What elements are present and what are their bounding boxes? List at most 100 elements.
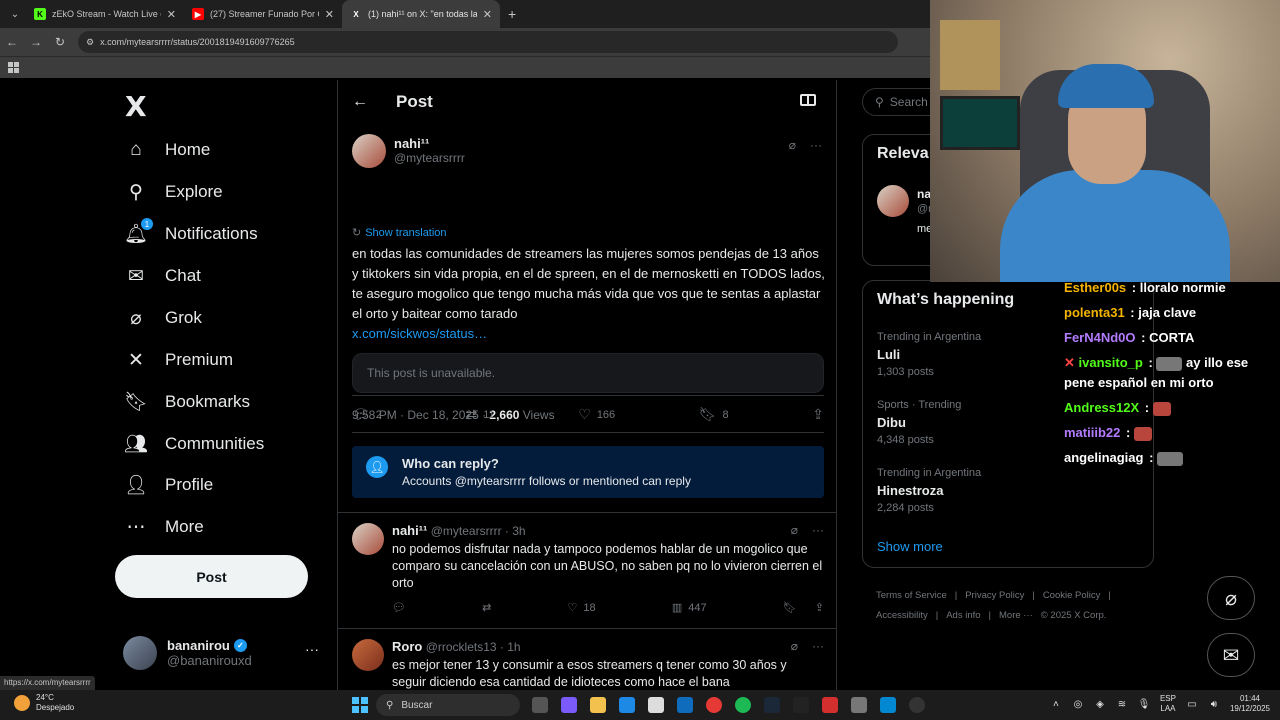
microphone-icon[interactable]: 🎙︎ — [1138, 698, 1151, 710]
nav-chat[interactable]: ✉ Chat — [125, 261, 201, 291]
volume-icon[interactable]: 🔊︎ — [1208, 698, 1220, 710]
who-can-reply-subtitle: Accounts @mytearsrrrr follows or mention… — [402, 474, 691, 488]
footer-link[interactable]: More ··· — [999, 610, 1033, 621]
forward-icon[interactable]: → — [24, 35, 48, 49]
share-icon[interactable]: ⇪ — [815, 601, 824, 614]
like-button[interactable]: ♡ 166 — [578, 406, 615, 423]
copilot-icon[interactable] — [561, 697, 577, 713]
footer-link[interactable]: Accessibility — [876, 610, 928, 621]
app-icon[interactable] — [822, 697, 838, 713]
relevant-title: Releva — [877, 145, 929, 162]
relevant-name[interactable]: na — [917, 187, 931, 201]
avatar[interactable] — [352, 639, 384, 671]
avatar[interactable] — [352, 134, 386, 168]
edge-icon[interactable] — [619, 697, 635, 713]
tab-x[interactable]: X (1) nahi¹¹ on X: "en todas las co ✕ — [342, 0, 500, 28]
nav-profile[interactable]: 👤︎ Profile — [124, 470, 213, 500]
tab-youtube[interactable]: ▶ (27) Streamer Funado Por Quej ✕ — [184, 0, 342, 28]
back-arrow-icon[interactable]: ← — [352, 93, 372, 111]
url-input[interactable]: ⚙ x.com/mytearsrrrr/status/2001819491609… — [78, 31, 898, 53]
trend-item[interactable]: Trending in Argentina Hinestroza 2,284 p… — [877, 467, 1137, 514]
author-name[interactable]: nahi¹¹ — [394, 136, 465, 151]
nav-explore[interactable]: ⚲ Explore — [125, 177, 223, 207]
more-icon[interactable]: ··· — [810, 138, 822, 152]
chevron-up-icon[interactable]: ˄ — [1050, 698, 1062, 710]
avatar[interactable] — [352, 523, 384, 555]
tweet-author[interactable]: nahi¹¹ @mytearsrrrr — [352, 134, 465, 168]
weather-widget[interactable]: 24°C Despejado — [14, 693, 74, 713]
store-icon[interactable] — [648, 697, 664, 713]
account-switcher[interactable]: bananirou ✓ @bananirouxd ··· — [123, 633, 333, 673]
file-explorer-icon[interactable] — [590, 697, 606, 713]
post-button[interactable]: Post — [115, 555, 308, 598]
footer-link[interactable]: Terms of Service — [876, 590, 947, 601]
task-view-icon[interactable] — [532, 697, 548, 713]
battery-icon[interactable]: ▭ — [1186, 698, 1198, 710]
reply-author-name[interactable]: nahi¹¹ — [392, 523, 427, 538]
reply-tweet[interactable]: nahi¹¹ @mytearsrrrr · 3h ⌀ ··· no podemos… — [338, 512, 836, 628]
obs-icon[interactable] — [909, 697, 925, 713]
like-button[interactable]: ♡ 18 — [568, 601, 596, 615]
author-handle[interactable]: @mytearsrrrr — [394, 151, 465, 165]
nav-notifications[interactable]: 🔔︎ 1 Notifications — [124, 218, 258, 249]
more-icon[interactable]: ··· — [812, 639, 824, 653]
close-tab-icon[interactable]: ✕ — [483, 8, 492, 21]
reply-author-name[interactable]: Roro — [392, 639, 422, 654]
windows-start-icon[interactable] — [352, 697, 368, 713]
apps-icon[interactable] — [8, 62, 19, 73]
steam-icon[interactable] — [764, 697, 780, 713]
avatar[interactable] — [877, 185, 909, 217]
views-button[interactable]: ▥ 447 — [672, 601, 707, 615]
messages-button[interactable]: ✉ — [1207, 633, 1255, 677]
bookmark-button[interactable]: 🔖︎ 8 — [699, 406, 729, 423]
reply-icon[interactable]: 💬︎ — [392, 601, 406, 614]
nav-bookmarks[interactable]: 🔖︎ Bookmarks — [124, 387, 250, 417]
new-tab-icon[interactable]: + — [500, 6, 524, 22]
footer-link[interactable]: Cookie Policy — [1043, 590, 1101, 601]
close-tab-icon[interactable]: ✕ — [325, 8, 334, 21]
x-logo-icon[interactable]: X — [125, 90, 147, 123]
nav-premium[interactable]: ✕ Premium — [125, 345, 233, 375]
reply-button[interactable]: 💬︎ 2 — [352, 406, 382, 423]
spotify-icon[interactable] — [735, 697, 751, 713]
app-icon[interactable] — [851, 697, 867, 713]
grok-icon[interactable]: ⌀ — [791, 523, 798, 537]
reload-icon[interactable]: ↻ — [48, 35, 72, 49]
show-translation-link[interactable]: ↻ Show translation — [352, 226, 447, 240]
app-icon[interactable] — [880, 697, 896, 713]
share-button[interactable]: ⇪ — [812, 406, 824, 423]
wifi-icon[interactable]: ≋ — [1116, 698, 1128, 710]
nav-more[interactable]: ⋯ More — [125, 512, 204, 542]
tweet-link[interactable]: x.com/sickwos/status… — [352, 324, 826, 344]
reader-icon[interactable] — [800, 94, 816, 106]
show-more-link[interactable]: Show more — [877, 539, 943, 554]
reply-tweet[interactable]: Roro @rrocklets13 · 1h ⌀ ··· es mejor ten… — [338, 628, 836, 690]
repost-icon[interactable]: ⇄ — [482, 601, 491, 614]
more-icon[interactable]: ··· — [812, 523, 824, 537]
bookmark-icon[interactable]: 🔖︎ — [783, 601, 797, 614]
grok-icon[interactable]: ⌀ — [789, 138, 796, 152]
site-info-icon[interactable]: ⚙ — [86, 37, 94, 48]
language-indicator[interactable]: ESP LAA — [1160, 694, 1176, 714]
app-icon[interactable] — [793, 697, 809, 713]
footer-link[interactable]: Privacy Policy — [965, 590, 1024, 601]
network-icon[interactable]: ◈ — [1094, 698, 1106, 710]
close-tab-icon[interactable]: ✕ — [167, 8, 176, 21]
taskbar-search[interactable]: ⚲ Buscar — [376, 694, 520, 716]
nav-communities[interactable]: 👥︎ Communities — [124, 429, 264, 459]
nav-home[interactable]: ⌂ Home — [125, 135, 210, 165]
tab-kick[interactable]: K zEkO Stream - Watch Live on Ki ✕ — [26, 0, 184, 28]
tweet-text: en todas las comunidades de streamers la… — [352, 244, 826, 344]
grok-icon[interactable]: ⌀ — [791, 639, 798, 653]
nav-grok[interactable]: ⌀ Grok — [125, 303, 202, 333]
chrome-icon[interactable] — [706, 697, 722, 713]
back-icon[interactable]: ← — [0, 35, 24, 49]
more-icon[interactable]: ··· — [305, 641, 319, 657]
grok-button[interactable]: ⌀ — [1207, 576, 1255, 620]
repost-button[interactable]: ⇄ 11 — [466, 406, 495, 423]
outlook-icon[interactable] — [677, 697, 693, 713]
clock[interactable]: 01:44 19/12/2025 — [1230, 694, 1270, 714]
tab-search-icon[interactable]: ⌄ — [4, 4, 26, 24]
footer-link[interactable]: Ads info — [946, 610, 980, 621]
tray-app-icon[interactable]: ◎ — [1072, 698, 1084, 710]
